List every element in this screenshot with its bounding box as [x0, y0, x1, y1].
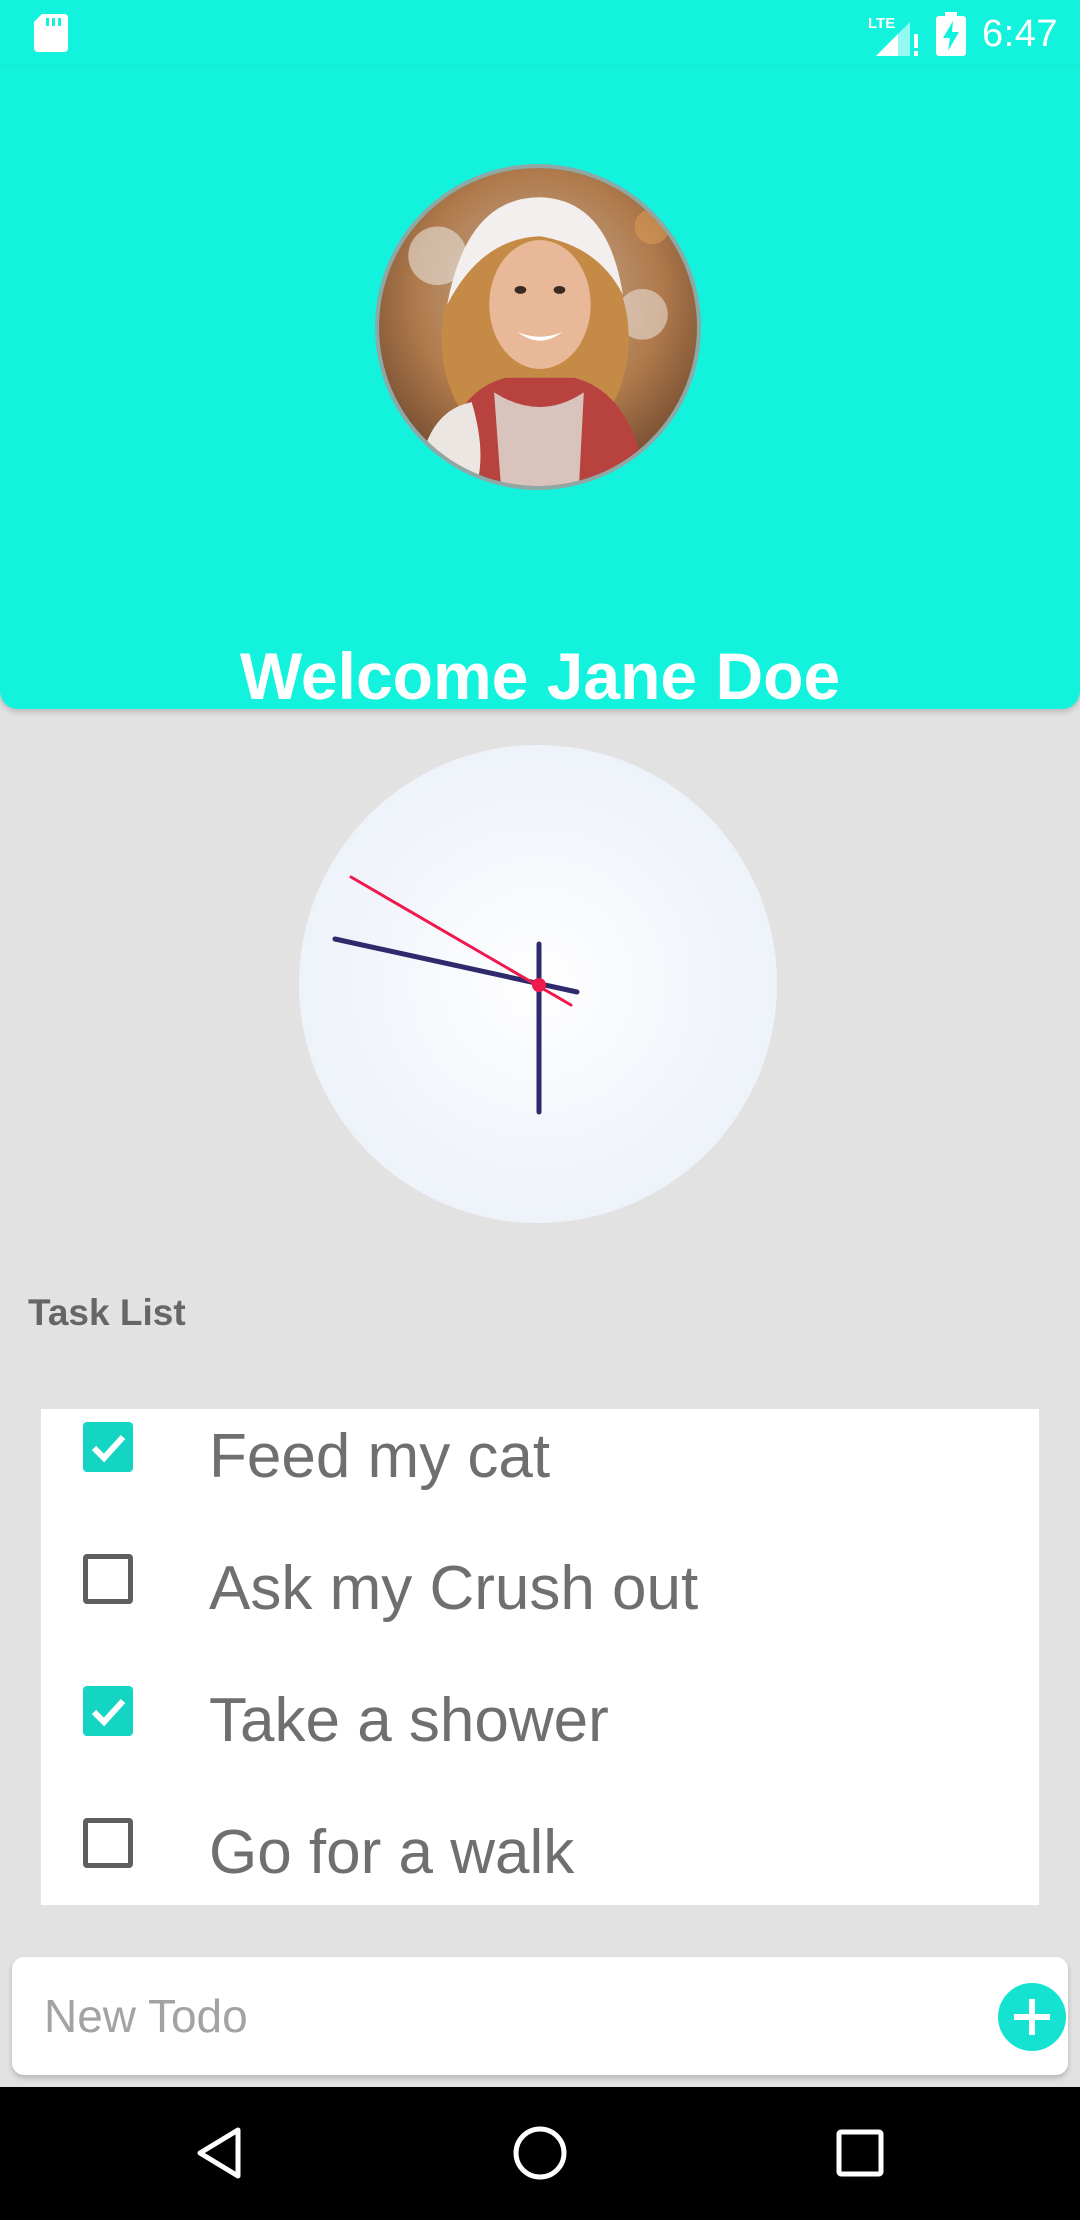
task-label: Take a shower: [209, 1686, 609, 1755]
analog-clock: [299, 745, 777, 1223]
task-checkbox-checked[interactable]: [83, 1422, 133, 1472]
home-icon: [513, 2126, 567, 2180]
check-icon: [91, 1434, 126, 1463]
status-icons: LTE 6:47: [866, 6, 1058, 62]
avatar-photo: [379, 168, 697, 486]
task-list: Feed my cat Ask my Crush out Take a show…: [41, 1409, 1039, 1905]
task-item[interactable]: Ask my Crush out: [41, 1523, 1039, 1655]
task-checkbox-checked[interactable]: [83, 1686, 133, 1736]
back-button[interactable]: [188, 2120, 254, 2186]
sd-card-icon: [34, 14, 68, 52]
plus-icon: [1014, 1999, 1050, 2035]
home-button[interactable]: [507, 2120, 573, 2186]
status-time: 6:47: [982, 12, 1058, 55]
new-todo-input[interactable]: [44, 1983, 984, 2049]
add-todo-button[interactable]: [998, 1983, 1066, 2051]
welcome-title: Welcome Jane Doe: [239, 639, 841, 713]
recents-button[interactable]: [827, 2120, 893, 2186]
new-todo-bar: [12, 1957, 1068, 2075]
navigation-bar: [0, 2087, 1080, 2220]
recents-icon: [836, 2129, 884, 2177]
task-checkbox-unchecked[interactable]: [83, 1554, 133, 1604]
task-item[interactable]: Go for a walk: [41, 1787, 1039, 1919]
battery-charging-icon: [936, 12, 967, 56]
task-item[interactable]: Feed my cat: [41, 1391, 1039, 1523]
task-label: Ask my Crush out: [209, 1554, 699, 1623]
task-label: Go for a walk: [209, 1818, 575, 1887]
svg-text:LTE: LTE: [868, 15, 895, 32]
back-icon: [197, 2127, 241, 2179]
task-list-label: Task List: [28, 1292, 186, 1333]
screen: LTE 6:47 Welcome Jane Doe Task List Feed…: [0, 0, 1080, 2220]
clock-center: [532, 978, 546, 992]
task-item[interactable]: Take a shower: [41, 1655, 1039, 1787]
profile-header: Welcome Jane Doe: [0, 66, 1080, 713]
check-icon: [91, 1698, 126, 1727]
lte-signal-icon: LTE: [868, 15, 919, 56]
task-checkbox-unchecked[interactable]: [83, 1818, 133, 1868]
avatar: [375, 164, 701, 490]
task-label: Feed my cat: [209, 1422, 551, 1491]
status-bar: LTE 6:47: [0, 0, 1080, 66]
